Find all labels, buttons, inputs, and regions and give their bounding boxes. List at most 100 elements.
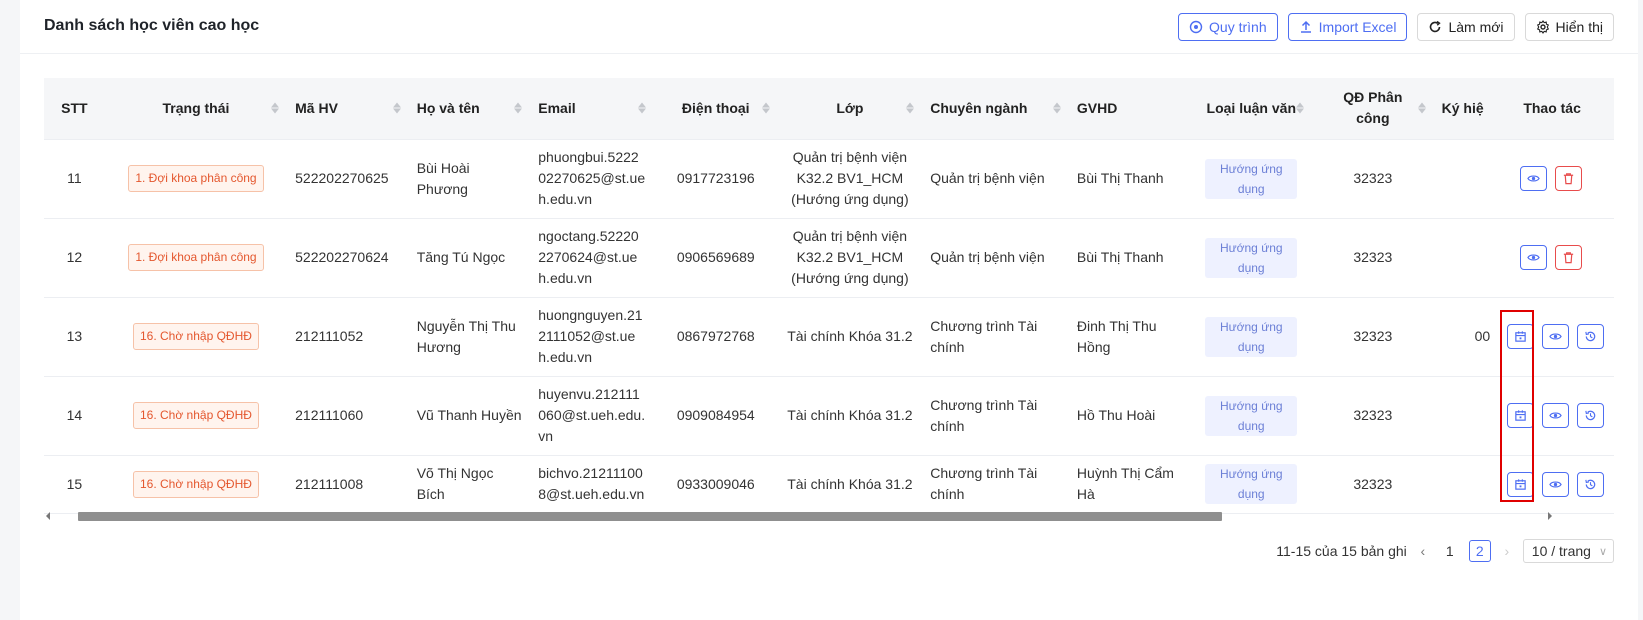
status-badge: 1. Đợi khoa phân công (128, 165, 264, 192)
sort-icon[interactable] (906, 102, 915, 114)
cell-advisor: Đinh Thị Thu Hồng (1068, 297, 1191, 377)
student-table: STT Trạng thái Mã HV Họ và tên Email Điệ… (44, 78, 1614, 514)
cell-stt: 12 (44, 218, 105, 298)
calendar-icon (1515, 478, 1526, 490)
chevron-down-icon: ∨ (1598, 545, 1607, 558)
history-icon (1585, 410, 1596, 421)
schedule-button[interactable] (1507, 324, 1534, 349)
pagination: 11-15 của 15 bản ghi ‹ 1 2 › 10 / trang … (1276, 539, 1614, 563)
cell-symbol (1433, 376, 1491, 456)
col-actions-label: Thao tác (1523, 100, 1581, 117)
col-symbol-label: Ký hiệ (1441, 100, 1484, 117)
cell-actions (1490, 376, 1614, 456)
cell-major: Chương trình Tài chính (922, 297, 1069, 377)
history-icon (1585, 331, 1596, 342)
col-student-id[interactable]: Mã HV (287, 78, 409, 140)
schedule-button[interactable] (1507, 471, 1534, 497)
cell-symbol: 00 (1433, 297, 1491, 377)
schedule-button[interactable] (1507, 403, 1534, 428)
scrollbar-thumb[interactable] (78, 512, 1222, 521)
delete-button[interactable] (1555, 245, 1583, 270)
table-row: 14 16. Chờ nhập QĐHĐ 212111060 Vũ Thanh … (44, 376, 1614, 456)
col-advisor-label: GVHD (1076, 100, 1118, 117)
prev-page-icon[interactable]: ‹ (1415, 543, 1431, 559)
col-phone[interactable]: Điện thoại (653, 78, 778, 140)
col-symbol: Ký hiệ (1433, 78, 1491, 140)
student-table-container: STT Trạng thái Mã HV Họ và tên Email Điệ… (44, 78, 1614, 548)
col-decision[interactable]: QĐ Phân công (1312, 78, 1434, 140)
cell-major: Chương trình Tài chính (922, 455, 1069, 514)
cell-advisor: Huỳnh Thị Cẩm Hà (1068, 455, 1191, 514)
cell-email: huyenvu.212111060@st.ueh.edu.vn (530, 376, 654, 456)
cell-major: Quản trị bệnh viện (922, 218, 1069, 298)
cell-class: Tài chính Khóa 31.2 (777, 455, 923, 514)
sort-icon[interactable] (1417, 102, 1426, 114)
view-button[interactable] (1542, 471, 1569, 497)
history-button[interactable] (1577, 403, 1604, 428)
sort-icon[interactable] (392, 102, 401, 114)
page-1[interactable]: 1 (1439, 540, 1461, 562)
import-excel-button[interactable]: Import Excel (1287, 13, 1408, 41)
status-badge: 1. Đợi khoa phân công (128, 244, 264, 271)
cell-status: 16. Chờ nhập QĐHĐ (104, 297, 288, 377)
cell-status: 16. Chờ nhập QĐHĐ (104, 376, 288, 456)
cell-name: Tăng Tú Ngọc (408, 218, 531, 298)
history-button[interactable] (1577, 324, 1604, 349)
cell-actions (1490, 218, 1614, 298)
thesis-type-tag: Hướng ứng dụng (1205, 158, 1298, 199)
col-stt: STT (44, 78, 105, 140)
delete-button[interactable] (1555, 166, 1583, 191)
sort-icon[interactable] (1296, 102, 1305, 114)
col-class[interactable]: Lớp (777, 78, 923, 140)
calendar-icon (1515, 410, 1526, 421)
col-email[interactable]: Email (530, 78, 654, 140)
cell-class: Quản trị bệnh viện K32.2 BV1_HCM (Hướng … (777, 218, 923, 298)
col-phone-label: Điện thoại (681, 100, 750, 117)
scroll-right-arrow-icon[interactable] (1548, 512, 1552, 520)
cell-actions (1490, 455, 1614, 514)
col-name[interactable]: Họ và tên (408, 78, 531, 140)
view-button[interactable] (1542, 403, 1569, 428)
view-button[interactable] (1542, 324, 1569, 349)
col-name-label: Họ và tên (416, 100, 480, 117)
col-thesis-type[interactable]: Loại luận văn (1190, 78, 1313, 140)
sort-icon[interactable] (514, 102, 523, 114)
eye-icon (1549, 412, 1562, 419)
col-class-label: Lớp (836, 100, 864, 117)
cell-email: ngoctang.522202270624@st.ueh.edu.vn (530, 218, 654, 298)
cell-student-id: 522202270624 (287, 218, 409, 298)
horizontal-scrollbar[interactable] (44, 509, 1552, 523)
page-size-select[interactable]: 10 / trang ∨ (1522, 539, 1614, 563)
cell-advisor: Bùi Thị Thanh (1068, 139, 1191, 219)
col-status-label: Trạng thái (162, 100, 230, 117)
next-page-icon[interactable]: › (1499, 543, 1515, 559)
page-2[interactable]: 2 (1468, 540, 1491, 562)
process-button[interactable]: Quy trình (1178, 13, 1278, 41)
sort-icon[interactable] (271, 102, 280, 114)
view-button[interactable] (1520, 166, 1548, 191)
cell-thesis-type: Hướng ứng dụng (1190, 455, 1313, 514)
status-badge: 16. Chờ nhập QĐHĐ (133, 402, 259, 429)
refresh-label: Làm mới (1448, 19, 1504, 35)
table-row: 13 16. Chờ nhập QĐHĐ 212111052 Nguyễn Th… (44, 297, 1614, 377)
display-settings-button[interactable]: Hiển thị (1524, 13, 1614, 41)
status-badge: 16. Chờ nhập QĐHĐ (133, 323, 259, 350)
upload-icon (1300, 20, 1311, 33)
cell-status: 1. Đợi khoa phân công (104, 139, 288, 219)
col-status[interactable]: Trạng thái (104, 78, 288, 140)
gear-icon (1536, 20, 1549, 34)
cell-phone: 0909084954 (653, 376, 778, 456)
refresh-button[interactable]: Làm mới (1417, 13, 1515, 41)
history-button[interactable] (1577, 471, 1604, 497)
cell-phone: 0917723196 (653, 139, 778, 219)
scroll-left-arrow-icon[interactable] (46, 512, 50, 520)
cell-symbol (1433, 455, 1491, 514)
col-major[interactable]: Chuyên ngành (922, 78, 1069, 140)
sort-icon[interactable] (1052, 102, 1061, 114)
sort-icon[interactable] (637, 102, 646, 114)
cell-decision: 32323 (1312, 218, 1434, 298)
view-button[interactable] (1520, 245, 1548, 270)
sort-icon[interactable] (761, 102, 770, 114)
cell-phone: 0906569689 (653, 218, 778, 298)
cell-student-id: 212111060 (287, 376, 409, 456)
